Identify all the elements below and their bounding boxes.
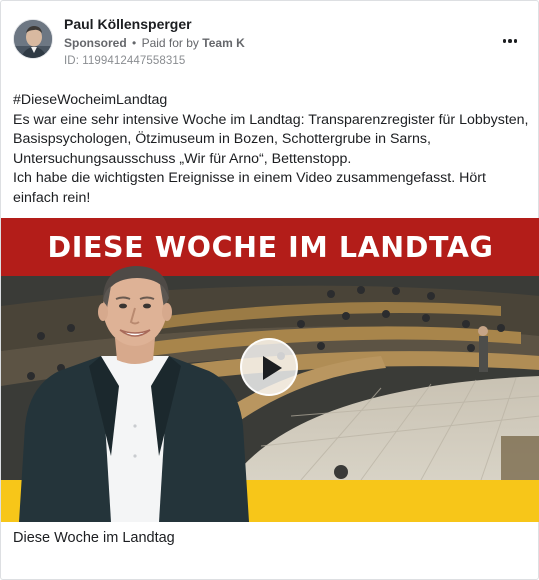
- sponsored-label: Sponsored: [64, 36, 127, 50]
- paid-for-prefix: Paid for by: [141, 36, 199, 50]
- meta-separator: •: [132, 36, 137, 50]
- presenter-figure: [19, 266, 249, 522]
- post-text: #DieseWocheimLandtag Es war eine sehr in…: [13, 91, 529, 209]
- link-caption[interactable]: Diese Woche im Landtag: [13, 530, 175, 546]
- play-icon: [263, 356, 282, 380]
- text-line: Ich habe die wichtigsten Ereignisse in e…: [13, 170, 486, 187]
- post-header: Paul Köllensperger Sponsored • Paid for …: [13, 15, 528, 71]
- more-options-button[interactable]: [498, 33, 522, 49]
- more-horizontal-icon: [508, 39, 512, 43]
- hashtag-link[interactable]: #DieseWocheimLandtag: [13, 92, 167, 108]
- text-line: Basispsychologen, Ötzimuseum in Bozen, S…: [13, 131, 431, 148]
- avatar-photo-icon: [14, 20, 52, 58]
- ad-card: Paul Köllensperger Sponsored • Paid for …: [0, 0, 539, 580]
- author-avatar[interactable]: [13, 19, 53, 59]
- video-media[interactable]: DIESE WOCHE IM LANDTAG: [1, 218, 539, 522]
- sponsored-line: Sponsored • Paid for by Team K: [64, 36, 245, 50]
- author-name[interactable]: Paul Köllensperger: [64, 16, 192, 32]
- text-line: Es war eine sehr intensive Woche im Land…: [13, 111, 529, 128]
- more-horizontal-icon: [502, 39, 507, 43]
- ad-id: ID: 1199412447558315: [64, 55, 186, 67]
- play-button[interactable]: [240, 338, 298, 396]
- presenter-photo: [19, 256, 249, 522]
- more-horizontal-icon: [513, 39, 518, 43]
- text-line: einfach rein!: [13, 189, 91, 206]
- payer-name[interactable]: Team K: [202, 36, 244, 50]
- text-line: Untersuchungsausschuss „Wir für Arno“, B…: [13, 150, 352, 167]
